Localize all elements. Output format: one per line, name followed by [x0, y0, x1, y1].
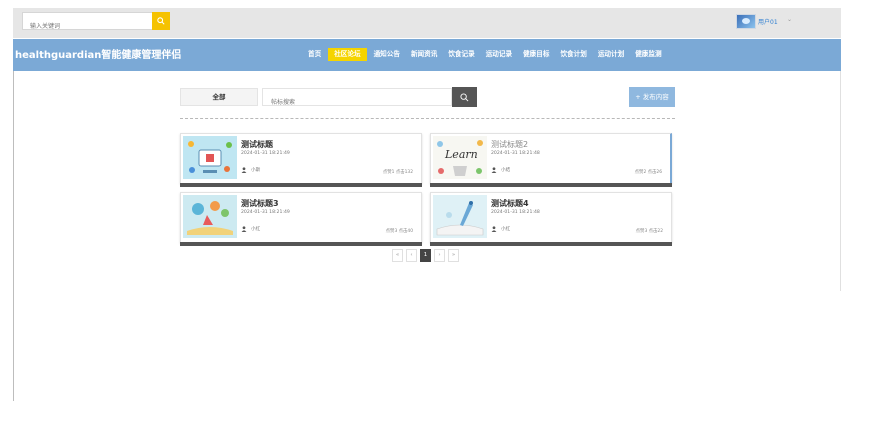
post-author: 小结 [491, 167, 510, 173]
first-page-button[interactable]: « [392, 249, 403, 262]
post-date: 2024-01-31 18:21:49 [241, 210, 290, 215]
nav-item-diet-plans[interactable]: 饮食计划 [556, 48, 590, 61]
nav-item-news[interactable]: 新闻资讯 [407, 48, 441, 61]
svg-text:Learn: Learn [444, 148, 478, 161]
post-author: 小红 [491, 226, 510, 232]
title-search-box [262, 88, 452, 111]
last-page-button[interactable]: » [448, 249, 459, 262]
global-search-button[interactable] [152, 12, 170, 30]
post-title[interactable]: 测试标题2 [491, 139, 528, 150]
main-nav: 首页 社区论坛 通知公告 新闻资讯 饮食记录 运动记录 健康目标 饮食计划 运动… [304, 46, 669, 62]
nav-item-diet-records[interactable]: 饮食记录 [444, 48, 478, 61]
post-author-name: 小红 [251, 227, 261, 232]
global-search-box [22, 12, 170, 35]
nav-item-exercise-records[interactable]: 运动记录 [482, 48, 516, 61]
nav-item-health-goals[interactable]: 健康目标 [519, 48, 553, 61]
pagination: « ‹ 1 › » [392, 249, 459, 262]
user-icon [491, 226, 497, 232]
nav-item-exercise-plans[interactable]: 运动计划 [594, 48, 628, 61]
post-date: 2024-01-31 18:21:48 [491, 210, 540, 215]
nav-item-forum[interactable]: 社区论坛 [328, 47, 367, 61]
global-search-input[interactable] [23, 18, 153, 35]
post-author-name: 小结 [501, 168, 511, 173]
post-title[interactable]: 测试标题 [241, 139, 273, 150]
page: 用户01 ⌄ healthguardian智能健康管理伴侣 首页 社区论坛 通知… [0, 0, 873, 421]
user-icon [491, 167, 497, 173]
post-title[interactable]: 测试标题3 [241, 198, 279, 209]
nav-item-notices[interactable]: 通知公告 [370, 48, 404, 61]
card-bottom-bar [430, 242, 672, 246]
post-author-name: 小红 [501, 227, 511, 232]
post-stats: 点赞2 点击26 [634, 170, 662, 175]
chevron-down-icon[interactable]: ⌄ [787, 16, 792, 23]
current-page-button[interactable]: 1 [420, 249, 431, 262]
card-bottom-bar [430, 183, 672, 187]
post-card[interactable]: 测试标题 2024-01-31 18:21:49 小斯 点赞1 点击132 [180, 133, 422, 187]
search-icon [460, 92, 469, 101]
post-author: 小斯 [241, 167, 260, 173]
user-icon [241, 167, 247, 173]
post-stats: 点赞1 点击132 [382, 170, 413, 175]
post-thumbnail [433, 195, 487, 238]
card-bottom-bar [180, 242, 422, 246]
post-stats: 点赞3 点击40 [385, 229, 413, 234]
nav-item-health-monitoring[interactable]: 健康监测 [631, 48, 665, 61]
title-search-input[interactable] [263, 94, 443, 111]
publish-button[interactable]: + 发布内容 [629, 87, 675, 107]
right-border [840, 71, 841, 291]
divider [180, 118, 675, 119]
post-thumbnail [183, 195, 237, 238]
post-date: 2024-01-31 18:21:48 [491, 151, 540, 156]
post-author: 小红 [241, 226, 260, 232]
site-brand[interactable]: healthguardian智能健康管理伴侣 [15, 46, 181, 61]
title-search-button[interactable] [452, 87, 477, 107]
left-border [13, 71, 14, 401]
post-author-name: 小斯 [251, 168, 261, 173]
post-date: 2024-01-31 18:21:49 [241, 151, 290, 156]
post-thumbnail [183, 136, 237, 179]
post-thumbnail: Learn [433, 136, 487, 179]
post-stats: 点赞3 点击22 [635, 229, 663, 234]
search-icon [157, 17, 165, 25]
post-title[interactable]: 测试标题4 [491, 198, 529, 209]
nav-item-home[interactable]: 首页 [304, 48, 325, 61]
post-card[interactable]: 测试标题3 2024-01-31 18:21:49 小红 点赞3 点击40 [180, 192, 422, 246]
post-card[interactable]: 测试标题4 2024-01-31 18:21:48 小红 点赞3 点击22 [430, 192, 672, 246]
category-all-tab[interactable]: 全部 [180, 88, 258, 106]
card-bottom-bar [180, 183, 422, 187]
user-icon [241, 226, 247, 232]
user-avatar[interactable] [736, 14, 756, 29]
username-label[interactable]: 用户01 [758, 17, 778, 26]
next-page-button[interactable]: › [434, 249, 445, 262]
prev-page-button[interactable]: ‹ [406, 249, 417, 262]
post-card[interactable]: Learn 测试标题2 2024-01-31 18:21:48 小结 点赞2 点… [430, 133, 672, 187]
